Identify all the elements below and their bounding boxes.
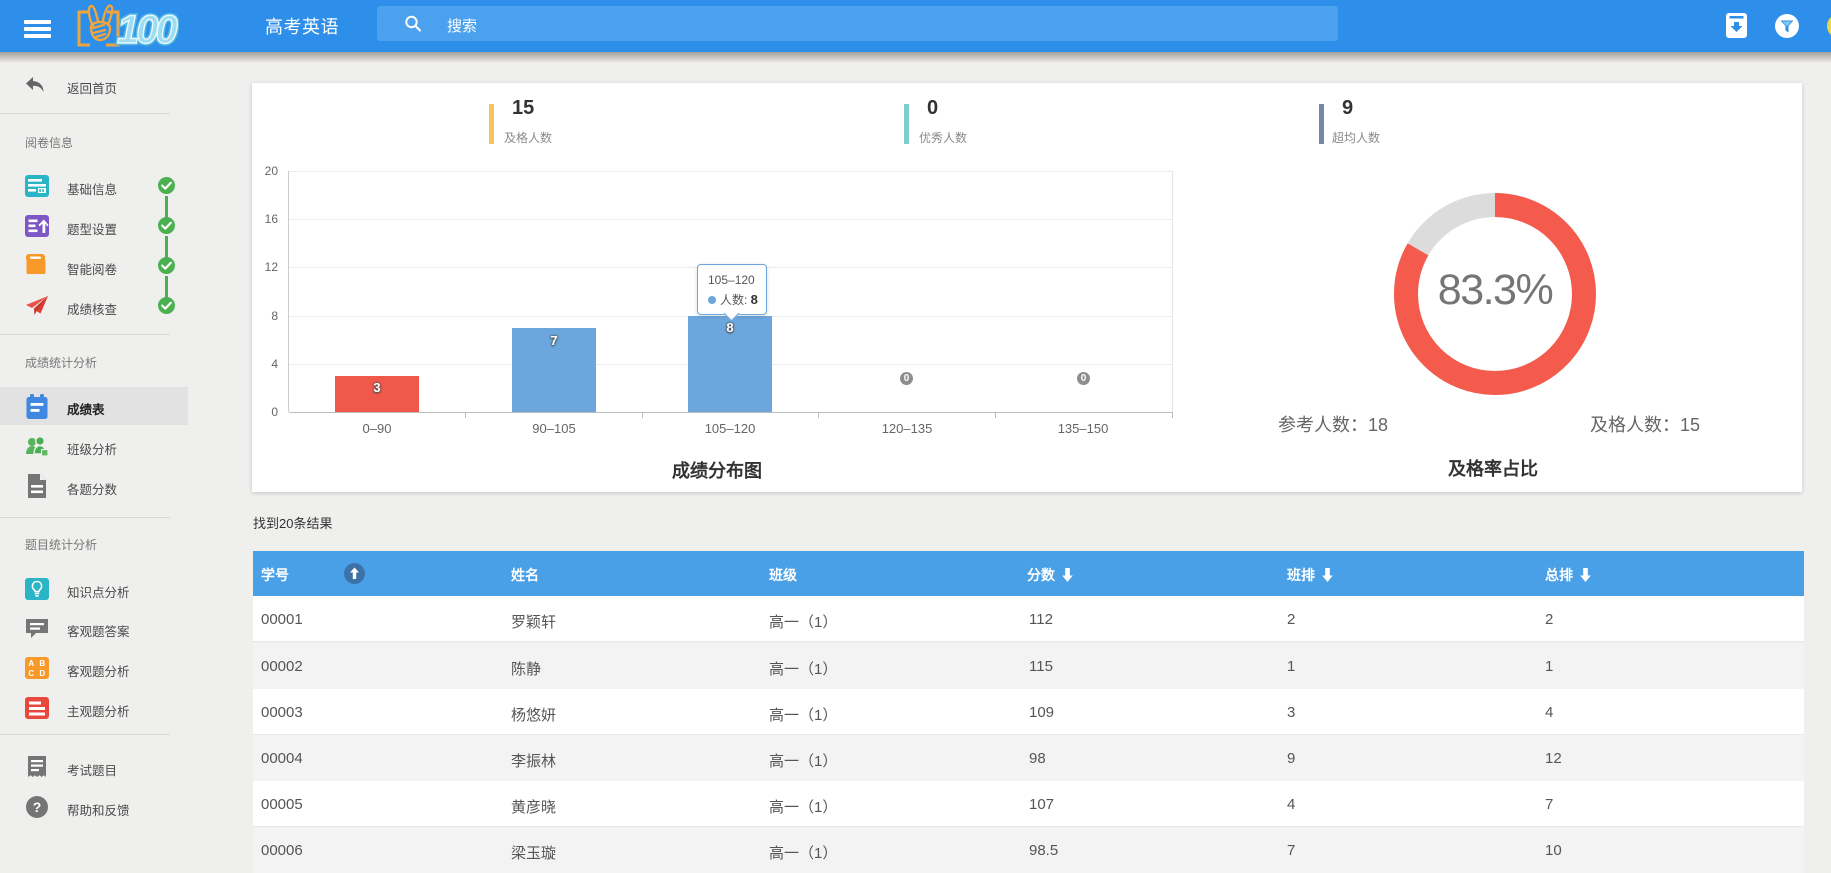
svg-text:C: C — [28, 669, 34, 678]
svg-text:B: B — [39, 659, 45, 668]
svg-text:D: D — [39, 669, 45, 678]
svg-text:100: 100 — [117, 8, 177, 50]
svg-text:?: ? — [33, 799, 42, 815]
svg-text:A: A — [28, 659, 34, 668]
